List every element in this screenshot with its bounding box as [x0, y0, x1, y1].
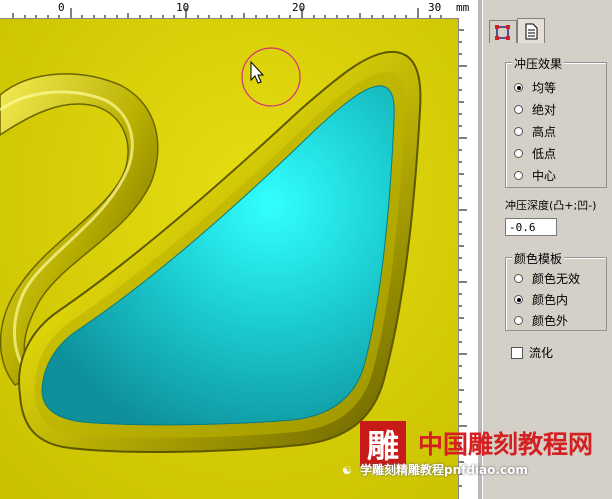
- node-edit-icon: [495, 25, 510, 40]
- watermark-title: 中国雕刻教程网: [418, 430, 594, 459]
- watermark-subtitle: 学雕刻精雕教程pnfdiao.com: [360, 463, 528, 477]
- smooth-checkbox[interactable]: 流化: [511, 344, 553, 361]
- color-template-group: 颜色模板 颜色无效 颜色内 颜色外: [505, 250, 607, 331]
- ruler-label-30: 30: [428, 1, 442, 14]
- horizontal-ruler: 0 10 20 30 mm: [0, 0, 478, 19]
- radio-center-label: 中心: [532, 169, 557, 183]
- radio-color-invalid-label: 颜色无效: [532, 272, 581, 286]
- radio-color-invalid[interactable]: 颜色无效: [514, 270, 580, 287]
- ruler-ticks: [12, 8, 442, 18]
- wechat-icon: ☯: [342, 464, 352, 477]
- radio-absolute[interactable]: 绝对: [514, 101, 556, 118]
- radio-absolute-label: 绝对: [532, 103, 557, 117]
- radio-low-point-label: 低点: [532, 147, 557, 161]
- radio-unselected-icon: [514, 149, 523, 158]
- radio-color-inside-label: 颜色内: [532, 293, 569, 307]
- radio-unselected-icon: [514, 105, 523, 114]
- radio-selected-icon: [514, 83, 523, 92]
- document-icon: [525, 23, 538, 40]
- ruler-unit: mm: [456, 1, 470, 14]
- ruler-label-20: 20: [292, 1, 306, 14]
- radio-high-point[interactable]: 高点: [514, 123, 556, 140]
- emboss-effect-group: 冲压效果 均等 绝对 高点 低点 中心: [505, 55, 607, 188]
- tab-document[interactable]: [517, 18, 545, 43]
- radio-uniform-label: 均等: [532, 81, 557, 95]
- ruler-label-10: 10: [176, 1, 190, 14]
- radio-unselected-icon: [514, 127, 523, 136]
- emboss-effect-title: 冲压效果: [512, 55, 565, 72]
- depth-label: 冲压深度(凸+;凹-): [505, 199, 597, 212]
- radio-center[interactable]: 中心: [514, 167, 556, 184]
- radio-uniform[interactable]: 均等: [514, 79, 556, 96]
- site-watermark: 雕 中国雕刻教程网 ☯ 学雕刻精雕教程pnfdiao.com: [342, 421, 612, 499]
- color-template-title: 颜色模板: [512, 250, 565, 267]
- radio-unselected-icon: [514, 316, 523, 325]
- radio-selected-icon: [514, 295, 523, 304]
- ruler-label-0: 0: [58, 1, 65, 14]
- radio-unselected-icon: [514, 274, 523, 283]
- radio-color-outside-label: 颜色外: [532, 314, 569, 328]
- radio-color-inside[interactable]: 颜色内: [514, 291, 568, 308]
- checkbox-unchecked-icon: [511, 346, 523, 359]
- smooth-label: 流化: [529, 346, 554, 360]
- radio-high-point-label: 高点: [532, 125, 557, 139]
- radio-low-point[interactable]: 低点: [514, 145, 556, 162]
- radio-unselected-icon: [514, 171, 523, 180]
- tab-node-edit[interactable]: [489, 20, 517, 43]
- radio-color-outside[interactable]: 颜色外: [514, 312, 568, 329]
- depth-input[interactable]: -0.6: [505, 218, 557, 236]
